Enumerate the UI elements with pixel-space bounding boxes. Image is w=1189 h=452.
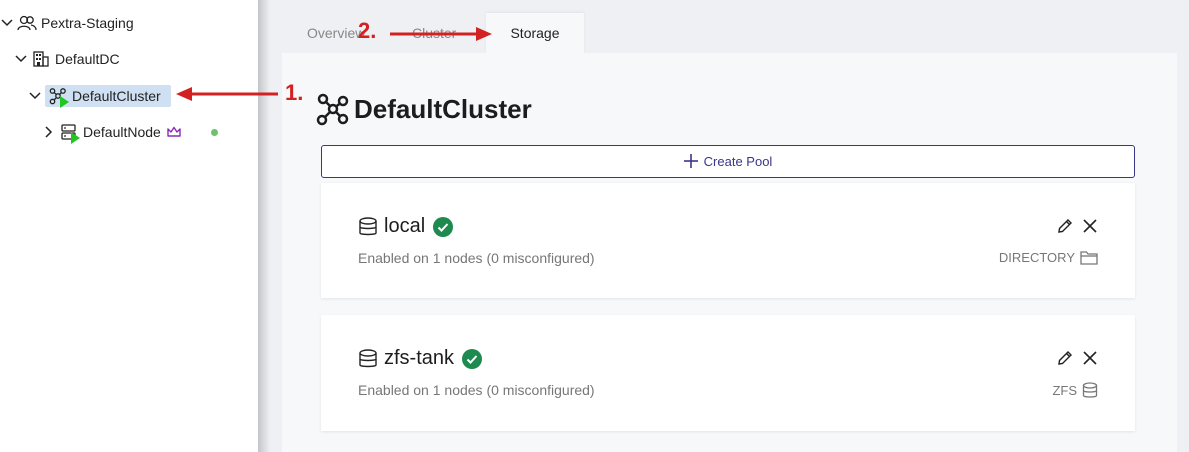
database-icon [358,348,378,369]
pool-name: zfs-tank [384,347,455,369]
database-icon [358,216,378,237]
create-pool-label: Create Pool [703,154,773,169]
cluster-icon [316,93,349,126]
edit-pencil-icon[interactable] [1056,217,1074,235]
sidebar-shadow [258,0,270,452]
page-title-text: DefaultCluster [354,93,532,124]
pool-subtitle: Enabled on 1 nodes (0 misconfigured) [358,382,595,398]
tree-item-defaultdc[interactable]: DefaultDC [14,48,120,70]
server-icon [59,123,80,144]
delete-close-icon[interactable] [1082,218,1098,234]
tree-item-defaultnode[interactable]: DefaultNode [42,121,218,144]
pool-type: ZFS [1052,382,1098,399]
pool-actions [1056,217,1098,235]
tab-storage[interactable]: Storage [486,13,584,53]
database-icon [1082,382,1098,399]
online-status-dot [210,128,218,136]
chevron-down-icon[interactable] [14,52,28,66]
pool-name-row: zfs-tank [358,347,483,370]
check-circle-icon [462,348,483,369]
check-circle-icon [433,216,454,237]
tree-item-label: Pextra-Staging [41,15,134,31]
tree-item-defaultcluster[interactable]: DefaultCluster [28,85,171,108]
annotation-arrow-1 [176,87,278,101]
page-title: DefaultCluster [316,92,532,126]
annotation-arrow-2 [390,27,492,41]
folder-icon [1080,250,1098,265]
pool-type: DIRECTORY [999,250,1098,265]
delete-close-icon[interactable] [1082,350,1098,366]
tree-item-label: DefaultCluster [72,88,161,104]
main-content: Overview Cluster Storage DefaultCluster … [270,0,1189,452]
resource-tree: Pextra-Staging DefaultDC DefaultCluster [0,0,258,452]
chevron-down-icon[interactable] [28,89,42,103]
edit-pencil-icon[interactable] [1056,349,1074,367]
plus-icon [683,152,698,172]
chevron-down-icon[interactable] [0,16,14,30]
pool-name: local [384,215,426,237]
tree-item-label: DefaultDC [55,51,120,67]
running-badge-icon [71,132,80,144]
running-badge-icon [60,96,69,108]
tree-item-selected-highlight[interactable]: DefaultCluster [45,85,171,108]
building-icon [31,50,51,68]
crown-icon [166,126,182,138]
pool-type-label: ZFS [1052,383,1077,398]
users-icon [17,14,37,32]
pool-name-row: local [358,215,454,238]
tree-item-label: DefaultNode [83,124,161,140]
annotation-step-1: 1. [285,80,304,105]
create-pool-button[interactable]: Create Pool [321,145,1135,178]
annotation-step-2: 2. [358,18,377,43]
pool-actions [1056,349,1098,367]
cluster-icon [48,87,69,108]
pool-card-zfs-tank: zfs-tank Enabled on 1 nodes (0 misconfig… [321,315,1135,431]
pool-subtitle: Enabled on 1 nodes (0 misconfigured) [358,250,595,266]
tree-item-pextra-staging[interactable]: Pextra-Staging [0,12,134,34]
pool-type-label: DIRECTORY [998,250,1075,265]
chevron-right-icon[interactable] [42,125,56,139]
pool-card-local: local Enabled on 1 nodes (0 misconfigure… [321,183,1135,298]
